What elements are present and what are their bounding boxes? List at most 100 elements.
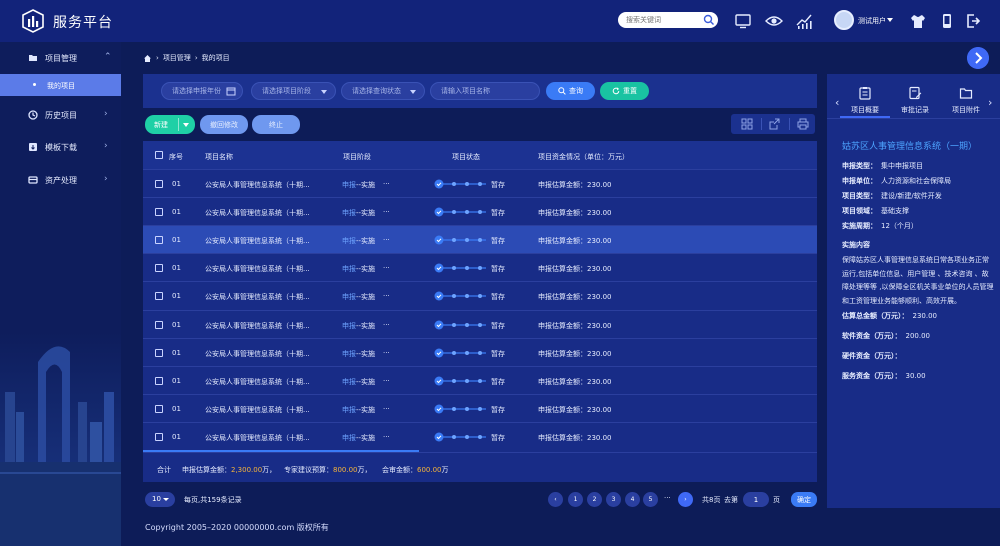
row-checkbox[interactable]: [155, 236, 163, 245]
row-stage-more[interactable]: ···: [383, 321, 390, 329]
tshirt-icon[interactable]: [909, 12, 927, 30]
tab-prev-arrow-icon[interactable]: ‹: [835, 96, 839, 109]
page-button-5[interactable]: 5: [643, 492, 658, 507]
breadcrumb-item-project-management[interactable]: 项目管理: [163, 53, 191, 63]
table-row[interactable]: 01 公安局人事管理信息系统（十期... 申报--实施 ··· 暂存 申报估算金额：230…: [143, 365, 817, 394]
row-project-name[interactable]: 公安局人事管理信息系统（十期...: [205, 405, 310, 415]
search-icon[interactable]: [703, 14, 715, 26]
select-all-checkbox[interactable]: [155, 151, 163, 159]
row-stage-more[interactable]: ···: [383, 264, 390, 272]
row-project-name[interactable]: 公安局人事管理信息系统（十期...: [205, 433, 310, 443]
sidebar-item-project-management[interactable]: 项目管理 ⌃: [0, 42, 121, 74]
next-page-button[interactable]: ›: [678, 492, 693, 507]
row-project-name[interactable]: 公安局人事管理信息系统（十期...: [205, 377, 310, 387]
table-row[interactable]: 01 公安局人事管理信息系统（十期... 申报--实施 ··· 暂存 申报估算金额：230…: [143, 337, 817, 366]
row-stage-more[interactable]: ···: [383, 405, 390, 413]
recall-edit-button[interactable]: 撤回修改: [200, 115, 248, 134]
page-unit: 页: [773, 496, 780, 504]
row-stage-link[interactable]: 申报: [342, 434, 356, 442]
page-button-3[interactable]: 3: [606, 492, 621, 507]
row-stage-link[interactable]: 申报: [342, 350, 356, 358]
goto-confirm-button[interactable]: 确定: [791, 492, 817, 507]
row-stage-link[interactable]: 申报: [342, 209, 356, 217]
row-stage-link[interactable]: 申报: [342, 293, 356, 301]
tab-project-attachments[interactable]: 项目附件: [943, 86, 989, 115]
row-project-name[interactable]: 公安局人事管理信息系统（十期...: [205, 264, 310, 274]
table-row[interactable]: 01 公安局人事管理信息系统（十期... 申报--实施 ··· 暂存 申报估算金额：230…: [143, 309, 817, 338]
row-stage-link[interactable]: 申报: [342, 378, 356, 386]
grid-view-icon[interactable]: [741, 118, 753, 130]
table-row[interactable]: 01 公安局人事管理信息系统（十期... 申报--实施 ··· 暂存 申报估算金额：230…: [143, 393, 817, 422]
page-button-1[interactable]: 1: [568, 492, 583, 507]
row-project-name[interactable]: 公安局人事管理信息系统（十期...: [205, 208, 310, 218]
table-row[interactable]: 01 公安局人事管理信息系统（十期... 申报--实施 ··· 暂存 申报估算金额：230…: [143, 225, 817, 254]
user-name[interactable]: 测试用户: [858, 16, 886, 26]
row-stage-more[interactable]: ···: [383, 377, 390, 385]
row-stage-more[interactable]: ···: [383, 292, 390, 300]
mobile-icon[interactable]: [938, 12, 956, 30]
status-select[interactable]: 请选择查询状态: [341, 82, 425, 100]
row-stage-more[interactable]: ···: [383, 349, 390, 357]
row-stage-link[interactable]: 申报: [342, 181, 356, 189]
row-stage-more[interactable]: ···: [383, 208, 390, 216]
monitor-icon[interactable]: [734, 12, 752, 30]
row-project-name[interactable]: 公安局人事管理信息系统（十期...: [205, 292, 310, 302]
row-stage-more[interactable]: ···: [383, 180, 390, 188]
stage-select[interactable]: 请选择项目阶段: [251, 82, 336, 100]
tab-approval-records[interactable]: 审批记录: [892, 86, 938, 115]
table-row[interactable]: 01 公安局人事管理信息系统（十期... 申报--实施 ··· 暂存 申报估算金额：230…: [143, 253, 817, 281]
row-checkbox[interactable]: [155, 432, 163, 441]
home-icon[interactable]: [143, 54, 152, 63]
row-stage-link[interactable]: 申报: [342, 406, 356, 414]
row-checkbox[interactable]: [155, 348, 163, 357]
print-icon[interactable]: [797, 118, 809, 130]
summary-audit: 会审金额：600.00万: [382, 465, 449, 475]
row-checkbox[interactable]: [155, 208, 163, 217]
row-stage-link[interactable]: 申报: [342, 237, 356, 245]
row-checkbox[interactable]: [155, 376, 163, 385]
terminate-button[interactable]: 终止: [252, 115, 300, 134]
table-row[interactable]: 01 公安局人事管理信息系统（十期... 申报--实施 ··· 暂存 申报估算金额：230…: [143, 169, 817, 197]
export-icon[interactable]: [769, 118, 781, 130]
row-project-name[interactable]: 公安局人事管理信息系统（十期...: [205, 236, 310, 246]
row-project-name[interactable]: 公安局人事管理信息系统（十期...: [205, 349, 310, 359]
reset-button[interactable]: 重置: [600, 82, 649, 100]
prev-page-button[interactable]: ‹: [548, 492, 563, 507]
row-project-name[interactable]: 公安局人事管理信息系统（十期...: [205, 180, 310, 190]
row-checkbox[interactable]: [155, 180, 163, 188]
row-stage-link[interactable]: 申报: [342, 322, 356, 330]
goto-page-input[interactable]: [743, 492, 769, 507]
eye-icon[interactable]: [765, 12, 783, 30]
table-row[interactable]: 01 公安局人事管理信息系统（十期... 申报--实施 ··· 暂存 申报估算金额：230…: [143, 421, 817, 450]
sidebar-subitem-my-projects[interactable]: 我的项目: [0, 74, 121, 96]
page-button-4[interactable]: 4: [625, 492, 640, 507]
row-checkbox[interactable]: [155, 292, 163, 301]
user-avatar[interactable]: [834, 10, 854, 30]
caret-down-icon[interactable]: [183, 123, 189, 127]
sidebar-item-template-download[interactable]: 模板下载 ›: [0, 131, 121, 163]
user-menu-caret-icon[interactable]: [887, 18, 893, 22]
project-name-input[interactable]: 请输入项目名称: [430, 82, 540, 100]
row-stage-more[interactable]: ···: [383, 433, 390, 441]
sidebar-item-asset-processing[interactable]: 资产处理 ›: [0, 164, 121, 196]
tab-next-arrow-icon[interactable]: ›: [988, 96, 992, 109]
row-stage-more[interactable]: ···: [383, 236, 390, 244]
collapse-panel-button[interactable]: [967, 47, 989, 69]
row-checkbox[interactable]: [155, 264, 163, 273]
row-checkbox[interactable]: [155, 404, 163, 413]
year-select[interactable]: 请选择申报年份: [161, 82, 243, 100]
row-stage-link[interactable]: 申报: [342, 265, 356, 273]
table-row[interactable]: 01 公安局人事管理信息系统（十期... 申报--实施 ··· 暂存 申报估算金额：230…: [143, 197, 817, 225]
new-button[interactable]: 新建: [145, 115, 195, 134]
sidebar-item-history-projects[interactable]: 历史项目 ›: [0, 99, 121, 131]
page-button-2[interactable]: 2: [587, 492, 602, 507]
query-button[interactable]: 查询: [546, 82, 595, 100]
row-project-name[interactable]: 公安局人事管理信息系统（十期...: [205, 321, 310, 331]
table-row[interactable]: 01 公安局人事管理信息系统（十期... 申报--实施 ··· 暂存 申报估算金额：230…: [143, 281, 817, 309]
chart-trend-icon[interactable]: [795, 12, 813, 30]
content-label: 实施内容: [842, 240, 874, 250]
logout-icon[interactable]: [964, 12, 982, 30]
row-checkbox[interactable]: [155, 320, 163, 329]
tab-project-summary[interactable]: 项目概要: [842, 86, 888, 115]
page-size-select[interactable]: 10: [145, 492, 175, 507]
